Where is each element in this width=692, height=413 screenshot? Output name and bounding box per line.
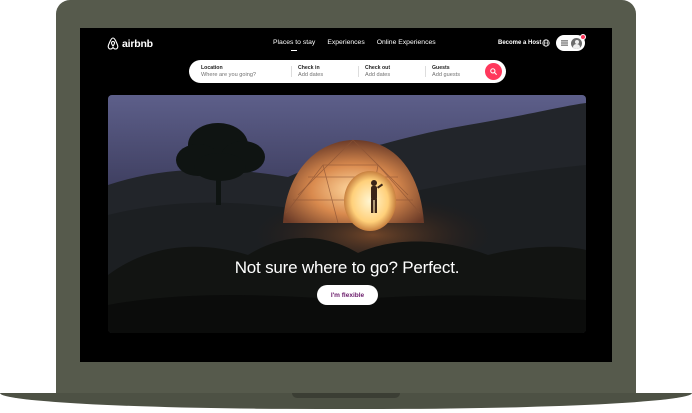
guests-placeholder: Add guests: [432, 72, 460, 78]
search-divider: [425, 66, 426, 77]
hero-headline: Not sure where to go? Perfect.: [234, 258, 460, 277]
check-out-placeholder: Add dates: [365, 72, 391, 78]
location-placeholder: Where are you going?: [201, 72, 257, 78]
check-out-field[interactable]: Check out Add dates: [365, 60, 425, 83]
nav-item-online-experiences[interactable]: Online Experiences: [377, 39, 436, 46]
hamburger-icon: [561, 40, 568, 46]
brand-name: airbnb: [122, 37, 153, 50]
search-divider: [291, 66, 292, 77]
laptop-mockup: airbnb Places to stay Experiences Online…: [0, 0, 692, 413]
guests-label: Guests: [432, 65, 450, 71]
check-in-field[interactable]: Check in Add dates: [298, 60, 358, 83]
nav-item-experiences[interactable]: Experiences: [327, 39, 364, 46]
location-label: Location: [201, 65, 223, 71]
check-out-label: Check out: [365, 65, 391, 71]
profile-menu-button[interactable]: [556, 34, 586, 51]
nav-item-places-to-stay[interactable]: Places to stay: [273, 39, 315, 51]
im-flexible-label: I'm flexible: [330, 291, 365, 299]
nav-menu: Places to stay Experiences Online Experi…: [273, 39, 448, 51]
check-in-placeholder: Add dates: [298, 72, 324, 78]
guests-field[interactable]: Guests Add guests: [432, 60, 482, 83]
notification-badge: [580, 34, 586, 40]
hero-banner: Not sure where to go? Perfect. I'm flexi…: [108, 95, 586, 333]
globe-icon[interactable]: [542, 39, 550, 47]
search-icon: [490, 68, 497, 75]
laptop-notch: [292, 393, 400, 398]
top-nav: airbnb Places to stay Experiences Online…: [80, 28, 612, 60]
check-in-label: Check in: [298, 65, 320, 71]
im-flexible-button[interactable]: I'm flexible: [317, 285, 378, 305]
become-host-link[interactable]: Become a Host: [498, 40, 541, 46]
airbnb-logo-icon: [107, 37, 119, 50]
search-button[interactable]: [485, 63, 502, 80]
location-field[interactable]: Location Where are you going?: [201, 60, 291, 83]
search-divider: [358, 66, 359, 77]
laptop-screen: airbnb Places to stay Experiences Online…: [80, 28, 612, 362]
search-bar: Location Where are you going? Check in A…: [189, 60, 506, 83]
brand-logo[interactable]: airbnb: [107, 37, 153, 50]
